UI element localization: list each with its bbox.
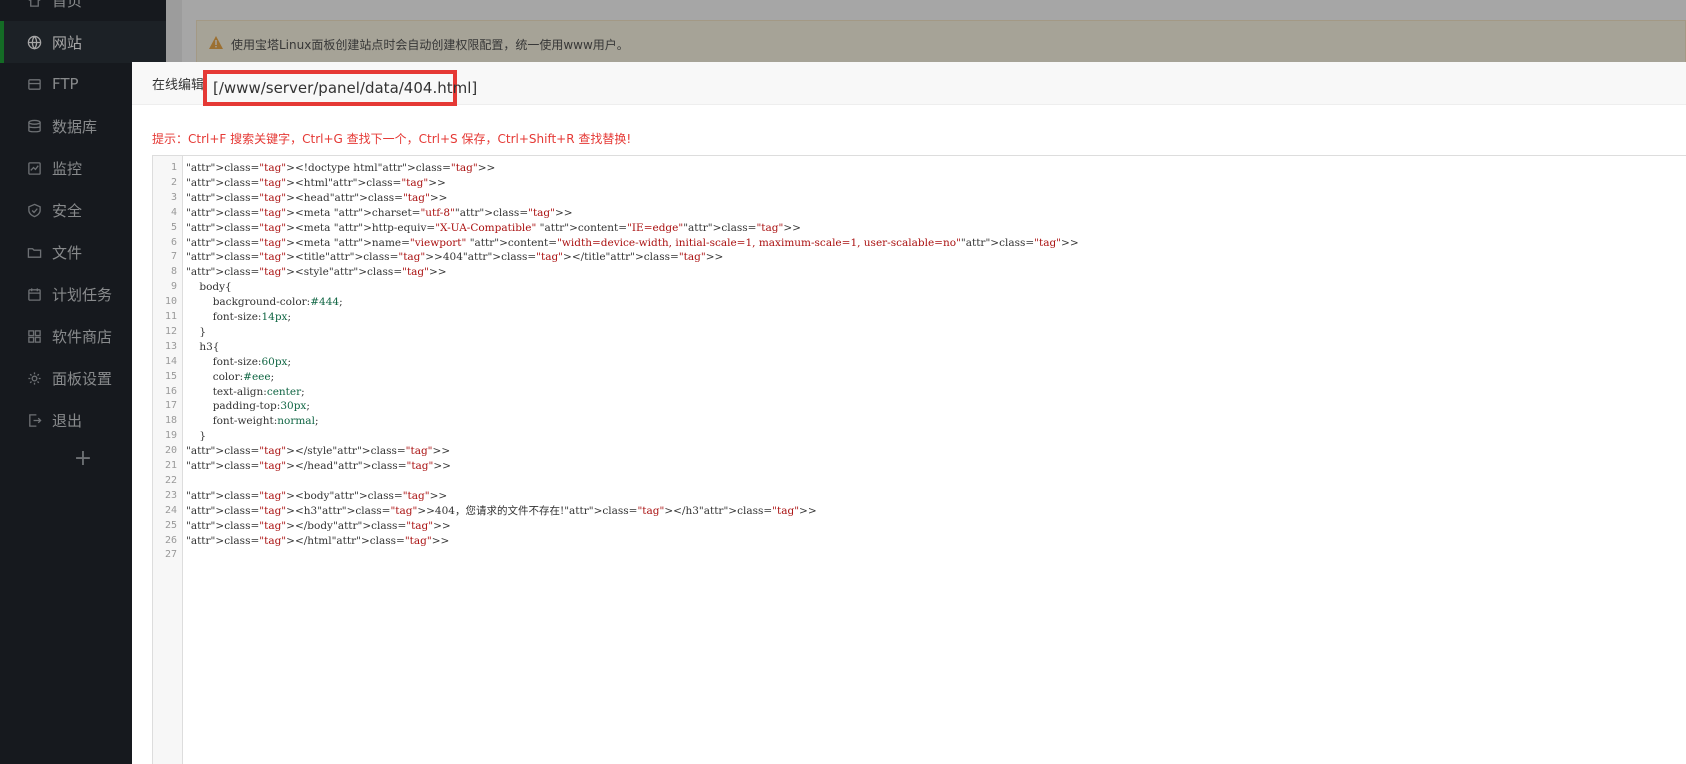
line-number: 1: [170, 162, 177, 173]
line-number: 22: [164, 474, 177, 486]
line-gutter: 1 2 3 4 5 6 7 8 9 10 11 12 13 14 15 16 17 18 19 20 21 22 23 24 2…: [153, 156, 183, 764]
line-number: 4: [170, 206, 177, 218]
line-number: 10: [164, 296, 177, 308]
line-number: 19: [164, 430, 177, 442]
line-number: 23: [164, 489, 177, 501]
line-number: 7: [170, 251, 177, 263]
code-line: text-align:center;: [186, 385, 305, 398]
modal-title: 在线编辑: [152, 77, 205, 93]
line-number: 2: [170, 176, 177, 188]
online-editor-modal: 在线编辑 [/www/server/panel/data/404.html] 提…: [132, 62, 1686, 764]
code-line: "attr">class="tag"></html"attr">class="t…: [186, 534, 450, 547]
code-line: font-weight:normal;: [186, 415, 319, 428]
code-line: "attr">class="tag"><meta "attr">name="vi…: [186, 236, 1079, 249]
line-number: 12: [164, 325, 177, 337]
line-number: 18: [164, 415, 177, 427]
code-line: "attr">class="tag"><h3"attr">class="tag"…: [186, 504, 817, 517]
line-number: 15: [164, 370, 177, 382]
line-number: 25: [164, 519, 177, 531]
line-number: 13: [164, 340, 177, 352]
code-line: font-size:60px;: [186, 355, 292, 368]
code-area[interactable]: "attr">class="tag"><!doctype html"attr">…: [186, 156, 1686, 764]
line-number: 27: [164, 549, 177, 561]
code-line: "attr">class="tag"></head"attr">class="t…: [186, 460, 451, 472]
shortcut-hint: 提示：Ctrl+F 搜索关键字，Ctrl+G 查找下一个，Ctrl+S 保存，C…: [152, 132, 632, 146]
code-line: "attr">class="tag"><body"attr">class="ta…: [186, 489, 448, 502]
code-line: color:#eee;: [186, 370, 275, 383]
code-line: "attr">class="tag"></style"attr">class="…: [186, 445, 451, 458]
code-editor[interactable]: 1 2 3 4 5 6 7 8 9 10 11 12 13 14 15 16 17 18 19 20 21 22 23 24 2…: [152, 155, 1686, 764]
line-number: 11: [164, 311, 177, 322]
code-line: "attr">class="tag"><head"attr">class="ta…: [186, 191, 448, 204]
code-line: "attr">class="tag"><meta "attr">http-equ…: [186, 221, 801, 234]
code-line: "attr">class="tag"><style"attr">class="t…: [186, 266, 447, 279]
line-number: 9: [170, 281, 177, 293]
line-number: 6: [170, 236, 177, 248]
code-line: "attr">class="tag"><html"attr">class="ta…: [186, 176, 446, 189]
line-number: 14: [164, 355, 177, 367]
modal-header: 在线编辑 [/www/server/panel/data/404.html]: [132, 62, 1686, 106]
line-number: 8: [170, 266, 177, 278]
code-line: background-color:#444;: [186, 296, 343, 309]
file-path-highlight: [/www/server/panel/data/404.html]: [203, 70, 477, 106]
code-line: font-size:14px;: [186, 311, 292, 323]
code-line: "attr">class="tag"><meta "attr">charset=…: [186, 206, 573, 219]
code-line: padding-top:30px;: [186, 400, 310, 413]
line-number: 21: [164, 460, 177, 471]
code-line: "attr">class="tag"><!doctype html"attr">…: [186, 162, 496, 174]
line-number: 26: [164, 534, 177, 546]
code-line: "attr">class="tag"></body"attr">class="t…: [186, 519, 451, 532]
code-line: }: [186, 325, 207, 338]
line-number: 16: [164, 385, 177, 397]
line-number: 3: [170, 191, 177, 203]
code-line: }: [186, 430, 207, 443]
code-line: "attr">class="tag"><title"attr">class="t…: [186, 251, 724, 264]
line-number: 20: [164, 445, 177, 457]
code-line: body{: [186, 281, 232, 294]
line-number: 5: [170, 221, 177, 233]
line-number: 24: [164, 504, 177, 516]
code-line: h3{: [186, 340, 220, 353]
line-number: 17: [164, 400, 177, 412]
